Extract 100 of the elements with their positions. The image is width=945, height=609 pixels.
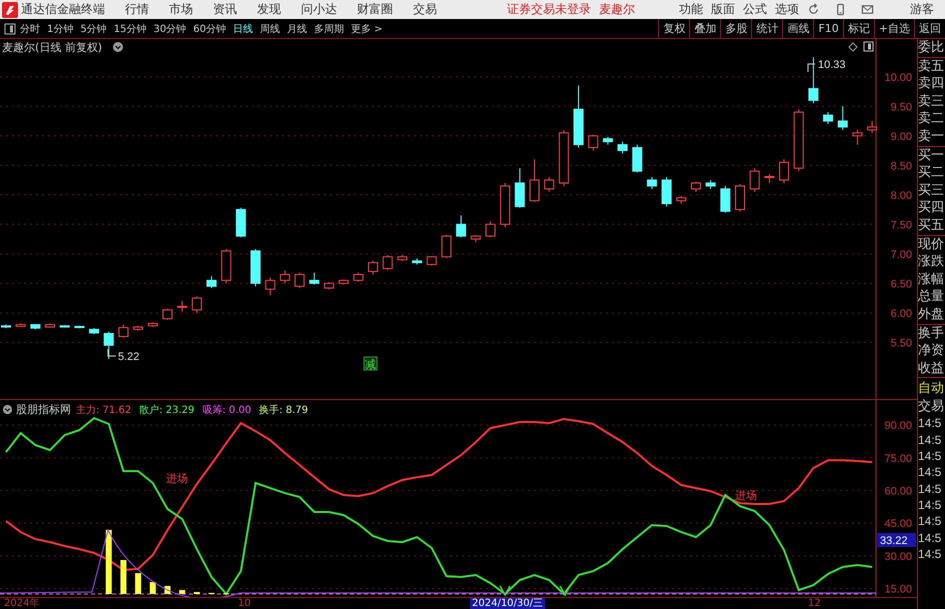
current-value-label: 33.22 <box>877 533 916 547</box>
indicator-bar <box>150 582 156 594</box>
candlestick <box>412 258 422 265</box>
diamond-icon[interactable] <box>848 42 858 52</box>
candlestick <box>236 207 246 238</box>
candlestick <box>89 328 100 335</box>
menu-item[interactable]: 财富圈 <box>357 1 393 18</box>
period-tab[interactable]: 月线 <box>286 22 307 36</box>
candlestick <box>574 85 584 148</box>
phone-icon[interactable] <box>834 3 847 16</box>
period-tab[interactable]: 5分钟 <box>80 22 107 36</box>
trade-time: 14:5 <box>918 464 942 481</box>
indicator-bar <box>135 573 142 594</box>
candlestick <box>838 106 848 130</box>
period-tab[interactable]: 1分钟 <box>47 22 74 36</box>
candlestick <box>456 214 466 238</box>
leader-line <box>108 348 116 356</box>
quote-label: 涨跌 <box>918 253 945 271</box>
candlestick <box>74 325 84 329</box>
quote-label: 买一 <box>918 146 945 164</box>
indicator-value: 吸筹: 0.00 <box>202 404 252 416</box>
user-name[interactable]: 游客 <box>910 1 934 18</box>
period-tab[interactable]: 分时 <box>20 22 40 36</box>
menu-item[interactable]: 功能 <box>679 1 703 18</box>
menu-item[interactable]: 市场 <box>169 1 193 18</box>
app-logo-icon <box>2 2 18 18</box>
indicator-bar <box>223 593 230 594</box>
candlestick <box>265 276 276 296</box>
panel-toggle-icon[interactable] <box>4 22 16 34</box>
stock-name: 麦趣尔 <box>599 1 635 18</box>
candlestick <box>16 322 26 328</box>
period-tab[interactable]: 60分钟 <box>193 22 226 36</box>
candlestick <box>309 272 320 285</box>
date-label: 10 <box>238 598 251 609</box>
menu-item[interactable]: 交易 <box>413 1 437 18</box>
candlestick <box>104 331 114 360</box>
auto-label[interactable]: 自动 <box>918 380 945 398</box>
candlestick <box>690 181 701 192</box>
menu-item[interactable]: 版面 <box>711 1 735 18</box>
quote-label: 买四 <box>918 199 945 217</box>
date-label: 2024/10/30/三 <box>470 598 546 609</box>
period-tab[interactable]: 多周期 <box>314 22 344 36</box>
indicator-bar <box>179 590 186 594</box>
refresh-icon[interactable] <box>807 3 820 16</box>
trade-time: 14:5 <box>918 448 942 464</box>
menu-item[interactable]: 发现 <box>257 1 281 18</box>
indicator-value: 散户: 23.29 <box>139 404 194 416</box>
date-label: 2024年 <box>4 598 40 609</box>
quote-label: 委比 <box>918 39 945 57</box>
trade-time: 14:5 <box>918 415 942 432</box>
candlestick <box>294 272 305 289</box>
indicator-bar <box>106 530 112 594</box>
candlestick <box>441 234 452 258</box>
candlestick <box>764 174 774 184</box>
trade-time: 14:5 <box>918 496 942 514</box>
dropdown-icon[interactable] <box>2 404 13 415</box>
price-axis-label: 10.00 <box>884 72 912 84</box>
menu-item[interactable]: 资讯 <box>213 1 237 18</box>
candlestick <box>206 276 217 289</box>
candlestick <box>514 168 525 208</box>
candlestick <box>162 308 172 320</box>
candlestick <box>118 324 128 338</box>
period-tab[interactable]: 日线 <box>232 22 253 36</box>
candlestick <box>470 234 481 243</box>
trade-label: 交易 <box>918 398 945 416</box>
menu-item[interactable]: 问小达 <box>301 1 337 18</box>
menu-item[interactable]: 公式 <box>743 1 767 18</box>
indicator-axis-label: 45.00 <box>884 518 912 530</box>
quote-label: 外盘 <box>918 306 945 324</box>
period-tab[interactable]: 15分钟 <box>114 22 146 36</box>
indicator-axis-label: 75.00 <box>884 452 912 465</box>
price-axis-label: 7.50 <box>890 219 912 232</box>
indicator-name[interactable]: 股朋指标网 <box>16 402 71 417</box>
period-tab[interactable]: 30分钟 <box>153 22 186 36</box>
chart-title: 麦趣尔(日线 前复权) <box>2 41 102 54</box>
candlestick <box>221 248 232 284</box>
quote-label: 涨幅 <box>918 270 945 288</box>
candlestick <box>30 324 40 330</box>
period-tab[interactable]: 周线 <box>260 22 280 36</box>
dropdown-icon[interactable] <box>113 42 123 52</box>
trade-time: 14:5 <box>918 432 942 448</box>
menu-item[interactable]: 行情 <box>125 1 149 18</box>
period-tab[interactable]: 更多 > <box>350 22 383 36</box>
login-status[interactable]: 证券交易未登录 <box>507 1 591 18</box>
candlestick <box>794 108 804 172</box>
chart-marker: 减 <box>364 356 378 371</box>
trade-time: 14:5 <box>918 546 942 562</box>
mail-icon[interactable] <box>861 3 874 16</box>
quote-label: 收益 <box>918 360 945 378</box>
menu-item[interactable]: 选项 <box>775 1 799 18</box>
candlestick <box>852 129 862 146</box>
candlestick <box>602 136 613 146</box>
candlestick <box>397 254 408 262</box>
price-axis-label: 5.50 <box>890 337 912 350</box>
price-axis-label: 8.50 <box>890 160 912 172</box>
price-axis-label: 6.50 <box>890 278 912 290</box>
panel-toggle-icon[interactable] <box>864 42 874 52</box>
candlestick <box>426 256 437 266</box>
low-price-label: 5.22 <box>118 351 140 363</box>
indicator-bar <box>120 560 126 594</box>
